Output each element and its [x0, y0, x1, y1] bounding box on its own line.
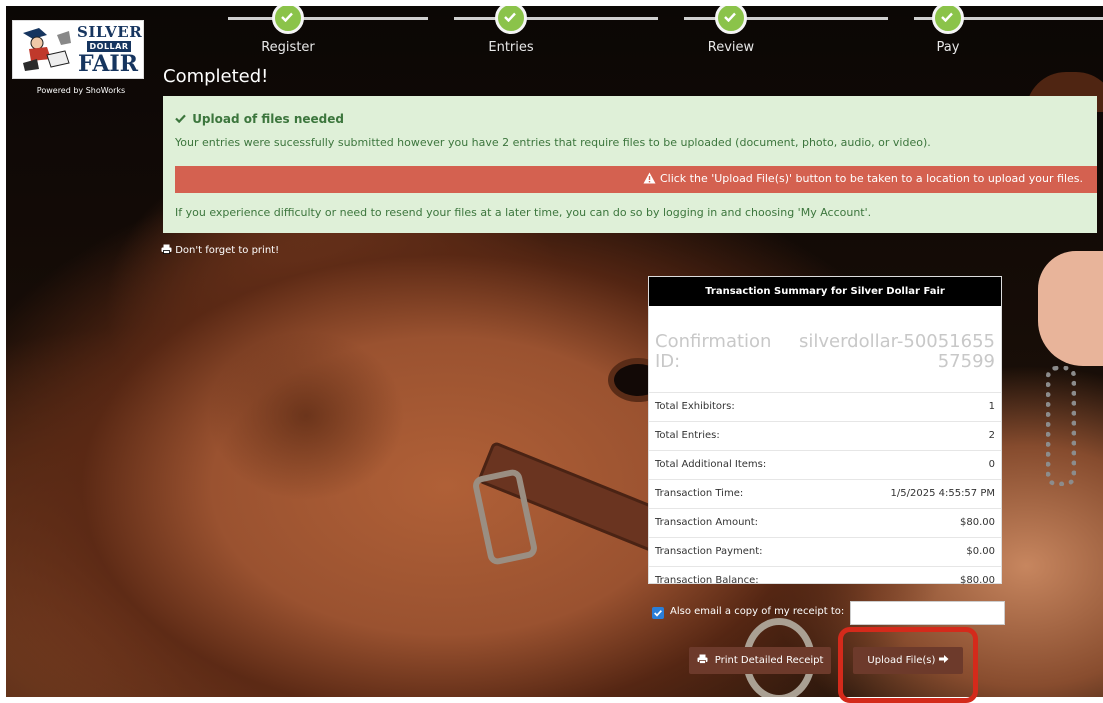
summary-row-value: $80.00	[960, 575, 995, 586]
summary-row: Transaction Balance: $80.00	[649, 567, 1001, 595]
print-reminder-text: Don't forget to print!	[175, 245, 280, 256]
printer-icon	[697, 654, 708, 664]
fair-logo[interactable]: SILVER DOLLAR FAIR	[12, 20, 144, 79]
page-title: Completed!	[163, 66, 269, 87]
photo-chain	[1046, 366, 1076, 486]
step-review: Review	[671, 6, 791, 55]
confirmation-id-value: silverdollar-5005165557599	[798, 331, 995, 372]
transaction-summary: Transaction Summary for Silver Dollar Fa…	[648, 276, 1002, 586]
print-reminder-link[interactable]: Don't forget to print!	[161, 244, 279, 256]
summary-row-value: 1	[988, 401, 995, 412]
summary-row: Total Entries: 2	[649, 422, 1001, 451]
summary-row-label: Total Exhibitors:	[655, 401, 735, 412]
alert-warning-content: Click the 'Upload File(s)' button to be …	[643, 172, 1083, 185]
summary-row: Transaction Time: 1/5/2025 4:55:57 PM	[649, 480, 1001, 509]
warning-icon	[643, 172, 656, 184]
check-icon	[715, 6, 747, 34]
alert-warning-bar: Click the 'Upload File(s)' button to be …	[175, 166, 1097, 193]
alert-warning-text: Click the 'Upload File(s)' button to be …	[659, 172, 1083, 185]
step-label: Review	[707, 40, 755, 55]
check-icon	[272, 6, 304, 34]
summary-row-value: $0.00	[966, 546, 995, 557]
summary-row-label: Transaction Time:	[655, 488, 744, 499]
annotation-highlight	[838, 627, 978, 703]
alert-heading: Upload of files needed	[175, 112, 344, 126]
step-register: Register	[228, 6, 348, 55]
print-receipt-button[interactable]: Print Detailed Receipt	[689, 647, 831, 674]
summary-row: Transaction Amount: $80.00	[649, 509, 1001, 538]
summary-row-label: Total Entries:	[655, 430, 720, 441]
summary-row: Total Exhibitors: 1	[649, 393, 1001, 422]
step-label: Register	[261, 40, 315, 55]
check-icon	[495, 6, 527, 34]
step-pay: Pay	[888, 6, 1008, 55]
powered-by-text[interactable]: Powered by ShoWorks	[18, 86, 144, 95]
logo-text-silver: SILVER	[77, 23, 143, 41]
confirmation-label: Confirmation ID:	[655, 331, 772, 372]
summary-row-label: Transaction Amount:	[655, 517, 759, 528]
email-receipt-checkbox[interactable]	[652, 607, 664, 619]
sidebar: SILVER DOLLAR FAIR Powered by ShoWorks	[6, 6, 156, 126]
alert-footer: If you experience difficulty or need to …	[175, 206, 872, 219]
check-icon	[175, 114, 186, 124]
progress-stepper: Register Entries Review Pay	[156, 6, 1103, 66]
summary-row-label: Transaction Payment:	[655, 546, 763, 557]
step-label: Pay	[936, 40, 960, 55]
summary-row-value: $80.00	[960, 517, 995, 528]
logo-cowboy-icon	[17, 25, 75, 73]
print-receipt-label: Print Detailed Receipt	[714, 655, 824, 666]
upload-alert: Upload of files needed Your entries were…	[163, 96, 1097, 233]
summary-row-label: Transaction Balance:	[655, 575, 759, 586]
printer-icon	[161, 244, 172, 254]
summary-row-value: 0	[988, 459, 995, 470]
step-label: Entries	[488, 40, 534, 55]
summary-row-value: 1/5/2025 4:55:57 PM	[890, 488, 995, 499]
alert-message: Your entries were sucessfully submitted …	[175, 136, 931, 149]
email-receipt-input[interactable]	[850, 601, 1005, 625]
photo-hand	[1038, 251, 1103, 366]
summary-row-label: Total Additional Items:	[655, 459, 767, 470]
check-icon	[932, 6, 964, 34]
summary-row-value: 2	[988, 430, 995, 441]
step-entries: Entries	[451, 6, 571, 55]
checkmark-icon	[654, 610, 662, 617]
logo-text-fair: FAIR	[78, 51, 138, 77]
email-receipt-label: Also email a copy of my receipt to:	[670, 606, 845, 617]
alert-heading-text: Upload of files needed	[192, 112, 344, 126]
summary-row: Transaction Payment: $0.00	[649, 538, 1001, 567]
summary-title: Transaction Summary for Silver Dollar Fa…	[649, 277, 1001, 306]
confirmation-id: silverdollar-5005165557599	[795, 332, 995, 372]
confirmation-block: Confirmation ID: silverdollar-5005165557…	[649, 306, 1001, 393]
summary-row: Total Additional Items: 0	[649, 451, 1001, 480]
